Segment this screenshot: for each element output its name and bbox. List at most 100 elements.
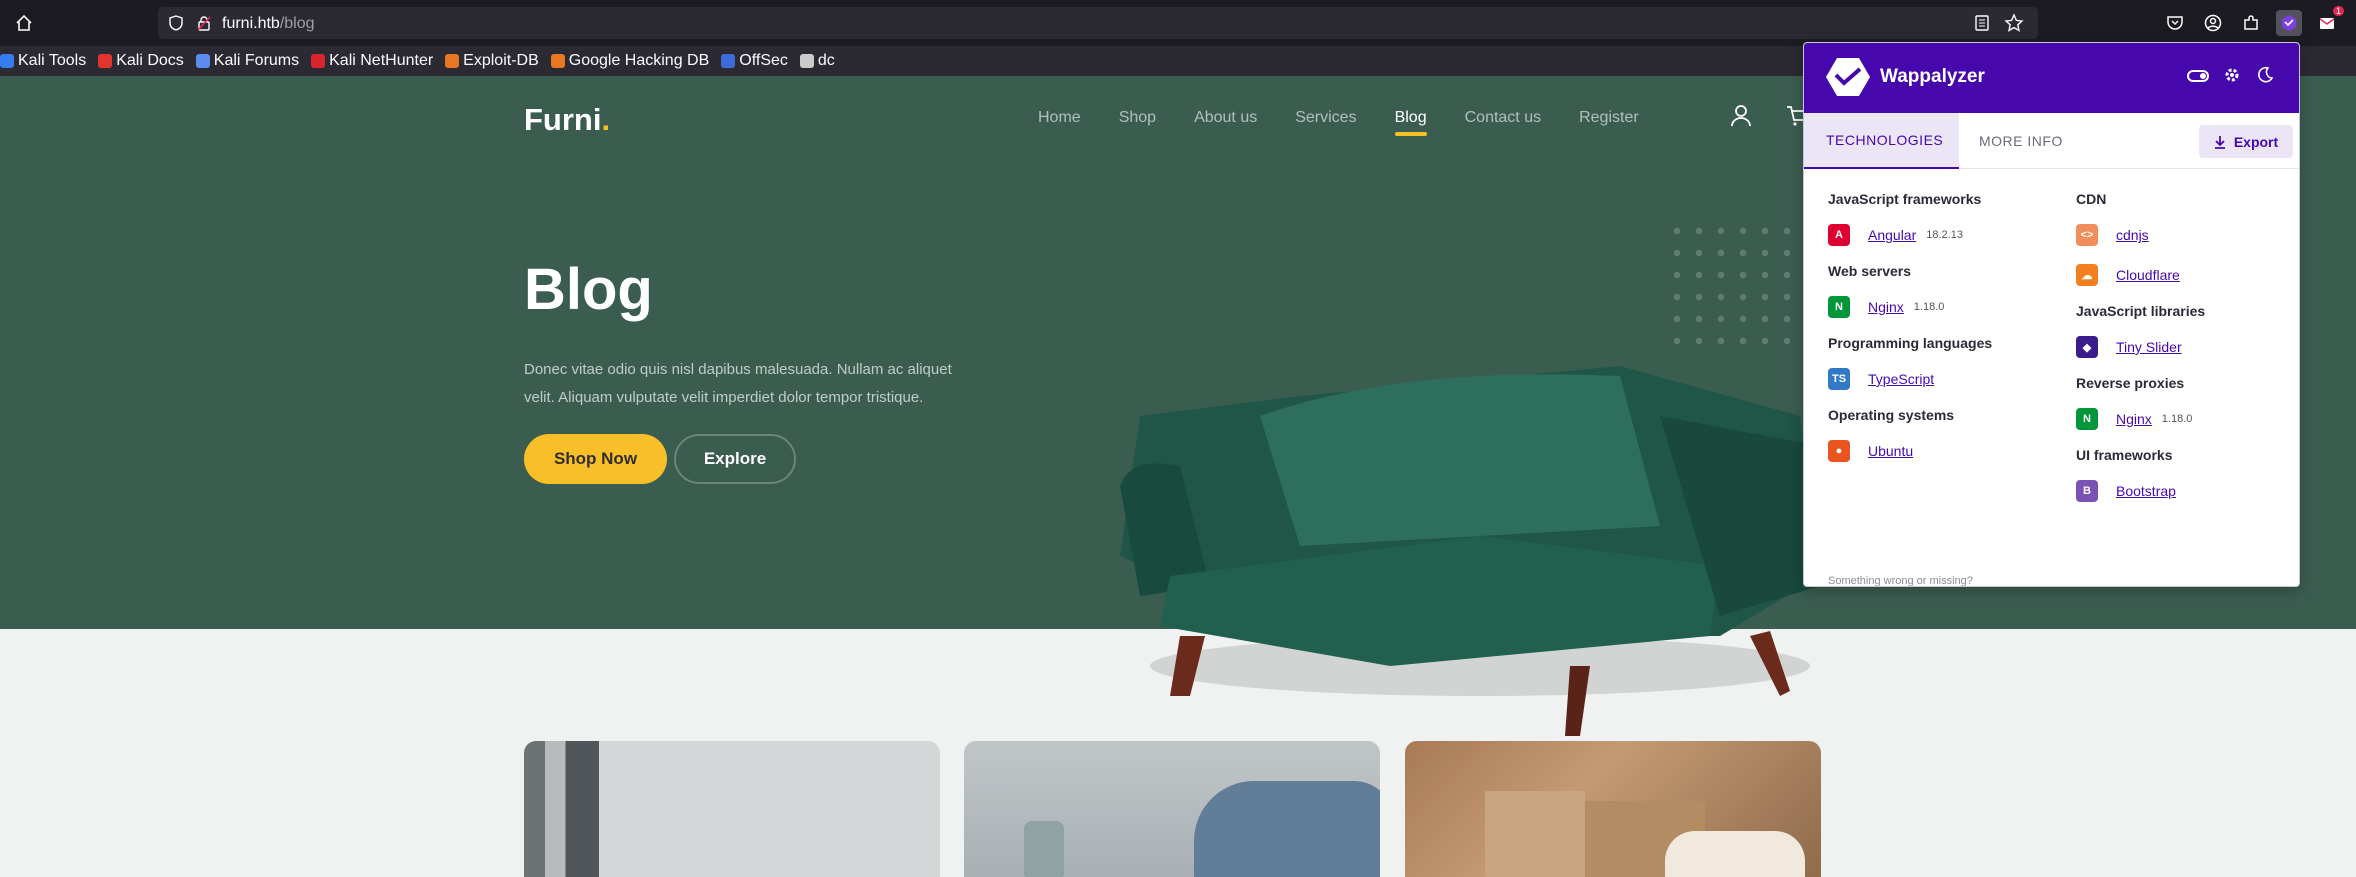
bookmark-label: Kali Tools — [18, 52, 87, 69]
nginx-icon: N — [2076, 408, 2098, 430]
bookmark-star-icon[interactable] — [2004, 13, 2024, 38]
shop-now-button[interactable]: Shop Now — [524, 434, 667, 484]
technology-name-link[interactable]: Tiny Slider — [2116, 339, 2182, 355]
angular-icon: A — [1828, 224, 1850, 246]
technology-item[interactable]: B Bootstrap — [2076, 479, 2296, 503]
dark-mode-moon-icon[interactable] — [2256, 66, 2274, 89]
account-icon[interactable] — [2200, 10, 2226, 36]
sofa-image — [1120, 366, 1820, 736]
technology-version: 1.18.0 — [2161, 413, 2193, 425]
bookmark-label: Exploit-DB — [463, 52, 539, 69]
hero-description: Donec vitae odio quis nisl dapibus males… — [524, 361, 952, 406]
tiny-slider-icon: ◆ — [2076, 336, 2098, 358]
blog-card-image[interactable] — [964, 741, 1380, 877]
bookmark-kali-docs[interactable]: Kali Docs — [98, 52, 184, 70]
export-label: Export — [2233, 133, 2279, 150]
nav-item-home[interactable]: Home — [1038, 109, 1081, 127]
extensions-icon[interactable] — [2238, 10, 2264, 36]
bootstrap-icon: B — [2076, 480, 2098, 502]
home-icon[interactable] — [12, 11, 36, 35]
nav-item-blog[interactable]: Blog — [1394, 109, 1427, 136]
bookmark-favicon-icon — [98, 54, 113, 68]
toggle-icon[interactable] — [2187, 70, 2209, 82]
category-heading: Reverse proxies — [2076, 375, 2185, 391]
wappalyzer-extension-icon[interactable] — [2276, 10, 2302, 36]
category-heading: Programming languages — [1828, 335, 1993, 351]
blog-card-image[interactable] — [1405, 741, 1821, 877]
insecure-lock-icon[interactable] — [196, 15, 212, 36]
cdnjs-icon: <> — [2076, 224, 2098, 246]
technology-name-link[interactable]: Bootstrap — [2116, 483, 2176, 499]
technologies-right-column: CDN <> cdnjs ☁ Cloudflare JavaScript librarie… — [2076, 191, 2296, 519]
technology-item[interactable]: N Nginx 1.18.0 — [1828, 295, 2058, 319]
technology-item[interactable]: ● Ubuntu — [1828, 439, 2058, 463]
logo-text: Furni — [524, 102, 602, 137]
ubuntu-icon: ● — [1828, 440, 1850, 462]
category-heading: JavaScript frameworks — [1828, 191, 1982, 207]
bookmark-favicon-icon — [195, 54, 210, 68]
technology-name-link[interactable]: Ubuntu — [1868, 443, 1913, 459]
logo-dot: . — [601, 102, 611, 137]
notification-extension-icon[interactable]: 1 — [2314, 6, 2344, 36]
nav-item-services[interactable]: Services — [1295, 109, 1356, 127]
nav-item-about-us[interactable]: About us — [1194, 109, 1257, 127]
chair-graphic — [1194, 781, 1380, 877]
settings-gear-icon[interactable] — [2223, 66, 2241, 89]
bookmark-offsec[interactable]: OffSec — [721, 52, 788, 70]
bookmark-kali-nethunter[interactable]: Kali NetHunter — [311, 52, 433, 70]
export-button[interactable]: Export — [2199, 125, 2293, 158]
nav-item-contact-us[interactable]: Contact us — [1465, 109, 1541, 127]
bookmark-label: dc — [817, 52, 835, 69]
tab-more-info[interactable]: MORE INFO — [1979, 113, 2063, 169]
main-nav: Home Shop About us Services Blog Contact us Re… — [1038, 109, 1677, 136]
category-heading: UI frameworks — [2076, 447, 2173, 463]
technology-name-link[interactable]: Nginx — [2116, 411, 2152, 427]
category-heading: JavaScript libraries — [2076, 303, 2206, 319]
technology-name-link[interactable]: Angular — [1868, 227, 1916, 243]
pocket-icon[interactable] — [2162, 10, 2188, 36]
address-bar[interactable]: furni.htb/blog — [158, 7, 2038, 39]
url-text[interactable]: furni.htb/blog — [222, 15, 315, 33]
reader-view-icon[interactable] — [1974, 14, 1990, 37]
bookmark-kali-tools[interactable]: Kali Tools — [0, 52, 86, 70]
bookmark-label: Google Hacking DB — [568, 52, 710, 69]
technology-name-link[interactable]: cdnjs — [2116, 227, 2149, 243]
bookmark-dc[interactable]: dc — [799, 52, 835, 70]
box-graphic — [1485, 791, 1585, 877]
user-icon[interactable] — [1730, 104, 1752, 133]
wappalyzer-brand: Wappalyzer — [1880, 66, 1985, 87]
nav-item-register[interactable]: Register — [1579, 109, 1639, 127]
technology-version: 18.2.13 — [1926, 229, 1963, 241]
bookmark-favicon-icon — [311, 54, 326, 68]
technology-name-link[interactable]: Nginx — [1868, 299, 1904, 315]
tab-technologies[interactable]: TECHNOLOGIES — [1804, 113, 1959, 169]
vase-graphic — [1024, 821, 1064, 877]
technology-item[interactable]: N Nginx 1.18.0 — [2076, 407, 2296, 431]
cloudflare-icon: ☁ — [2076, 264, 2098, 286]
bookmark-google-hacking-db[interactable]: Google Hacking DB — [550, 52, 710, 70]
hero-title: Blog — [524, 257, 653, 322]
bookmark-exploit-db[interactable]: Exploit-DB — [445, 52, 539, 70]
wappalyzer-popup: Wappalyzer TECHNOLOGIES MORE INFO Export… — [1803, 42, 2300, 587]
technology-item[interactable]: TS TypeScript — [1828, 367, 2058, 391]
tracking-shield-icon[interactable] — [168, 15, 184, 36]
technology-name-link[interactable]: Cloudflare — [2116, 267, 2180, 283]
typescript-icon: TS — [1828, 368, 1850, 390]
technology-item[interactable]: ◆ Tiny Slider — [2076, 335, 2296, 359]
category-heading: CDN — [2076, 191, 2107, 207]
technology-name-link[interactable]: TypeScript — [1868, 371, 1934, 387]
technology-item[interactable]: ☁ Cloudflare — [2076, 263, 2296, 287]
nav-item-shop[interactable]: Shop — [1119, 109, 1156, 127]
bookmark-label: Kali Docs — [116, 52, 184, 69]
bookmark-kali-forums[interactable]: Kali Forums — [195, 52, 299, 70]
blog-card-image[interactable] — [524, 741, 940, 877]
feedback-link[interactable]: Something wrong or missing? — [1828, 575, 1973, 586]
technology-item[interactable]: <> cdnjs — [2076, 223, 2296, 247]
overflow-extension-icon[interactable] — [2352, 10, 2356, 36]
wappalyzer-logo-icon — [1826, 58, 1870, 96]
technology-item[interactable]: A Angular 18.2.13 — [1828, 223, 2058, 247]
bookmark-favicon-icon — [550, 54, 565, 68]
explore-button[interactable]: Explore — [674, 434, 796, 484]
site-logo[interactable]: Furni. — [524, 102, 610, 138]
bookmark-favicon-icon — [721, 54, 736, 68]
